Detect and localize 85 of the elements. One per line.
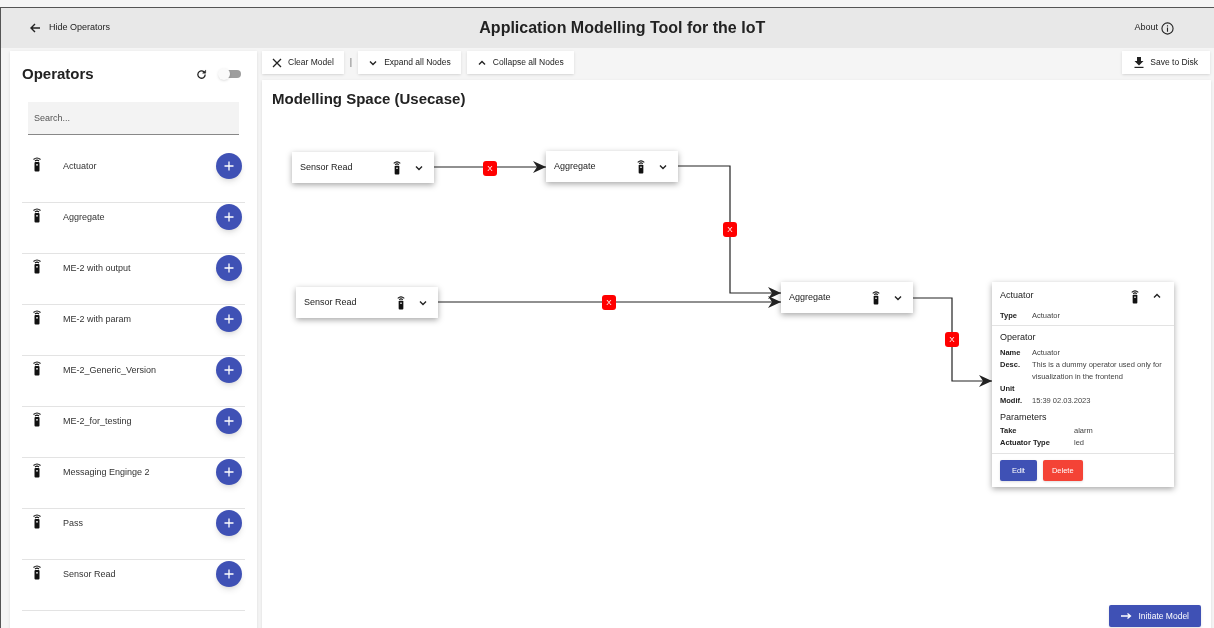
add-button[interactable] [216,510,242,536]
device-icon [32,462,42,478]
plus-icon [224,416,234,426]
remove-connection-button[interactable]: X [723,222,737,237]
plus-icon [224,569,234,579]
operator-label: ME-2_for_testing [63,415,133,428]
canvas-title: Modelling Space (Usecase) [272,89,466,109]
device-icon [32,207,42,223]
operator-item[interactable]: Pass [22,509,245,560]
device-icon [32,258,42,274]
operator-item[interactable]: Aggregate [22,203,245,254]
remove-connection-button[interactable]: X [483,161,497,176]
node-title: Sensor Read [300,160,354,174]
add-button[interactable] [216,153,242,179]
device-icon [32,360,42,376]
device-icon [32,309,42,325]
info-icon [1161,21,1174,35]
add-button[interactable] [216,408,242,434]
arrow-right-icon [1121,612,1133,620]
node-title: Aggregate [554,159,597,173]
device-icon [396,295,406,310]
operator-label: ME-2 with output [63,262,132,275]
operator-node[interactable]: Sensor Read [292,152,434,183]
operator-label: ME-2 with param [63,313,133,326]
device-icon [392,160,402,175]
node-title: Aggregate [789,290,832,304]
device-icon [32,156,42,172]
operator-node[interactable]: Sensor Read [296,287,438,318]
download-icon [1134,57,1145,68]
device-icon [636,159,646,174]
operator-item[interactable]: ME-2_for_testing [22,407,245,458]
add-button[interactable] [216,459,242,485]
add-button[interactable] [216,561,242,587]
arrow-left-icon [29,22,41,34]
plus-icon [224,161,234,171]
toolbar-button[interactable]: Clear Model [262,51,344,74]
about-button[interactable]: About [1134,21,1174,35]
panel-title: Operators [22,63,95,84]
operator-label: Sensor Read [63,568,117,581]
refresh-icon[interactable] [196,68,207,80]
operator-item[interactable]: Messaging Enginge 2 [22,458,245,509]
operator-item[interactable]: Sensor Read [22,560,245,611]
plus-icon [224,263,234,273]
section-heading: Operator [1000,331,1037,345]
add-button[interactable] [216,306,242,332]
toolbar-button[interactable]: Collapse all Nodes [466,51,574,74]
plus-icon [224,314,234,324]
chevron-up-icon[interactable] [1152,291,1162,301]
initiate-model-button[interactable]: Initiate Model [1109,605,1201,627]
save-to-disk-button[interactable]: Save to Disk [1122,51,1210,74]
operator-node[interactable]: Aggregate [546,151,678,182]
operator-item[interactable]: ME-2_Generic_Version [22,356,245,407]
add-button[interactable] [216,255,242,281]
device-icon [32,411,42,427]
device-icon [32,513,42,529]
operator-node[interactable]: Aggregate [781,282,913,313]
search-field[interactable]: Search... [28,102,239,135]
add-button[interactable] [216,357,242,383]
toolbar-separator: | [349,55,353,69]
plus-icon [224,365,234,375]
app-title: Application Modelling Tool for the IoT [479,18,766,38]
plus-icon [224,518,234,528]
toolbar-button[interactable]: Expand all Nodes [358,51,461,74]
operator-item[interactable]: Actuator [22,152,245,203]
device-icon [32,564,42,580]
hide-operators-button[interactable]: Hide Operators [29,21,111,35]
close-icon [272,57,282,68]
toggle-switch[interactable] [218,68,241,80]
section-heading: Parameters [1000,410,1048,424]
operator-label: Aggregate [63,211,106,224]
operator-label: Pass [63,517,84,530]
add-button[interactable] [216,204,242,230]
node-title: Sensor Read [304,295,358,309]
device-icon [871,290,881,305]
remove-connection-button[interactable]: X [945,332,959,347]
plus-icon [224,467,234,477]
plus-icon [224,212,234,222]
operator-label: ME-2_Generic_Version [63,364,158,377]
node-title: Actuator [1000,289,1035,303]
remove-connection-button[interactable]: X [602,295,616,310]
operator-label: Messaging Enginge 2 [63,466,151,479]
device-icon [1130,288,1140,304]
operator-item[interactable]: ME-2 with param [22,305,245,356]
operator-label: Actuator [63,160,98,173]
operator-item[interactable]: ME-2 with output [22,254,245,305]
